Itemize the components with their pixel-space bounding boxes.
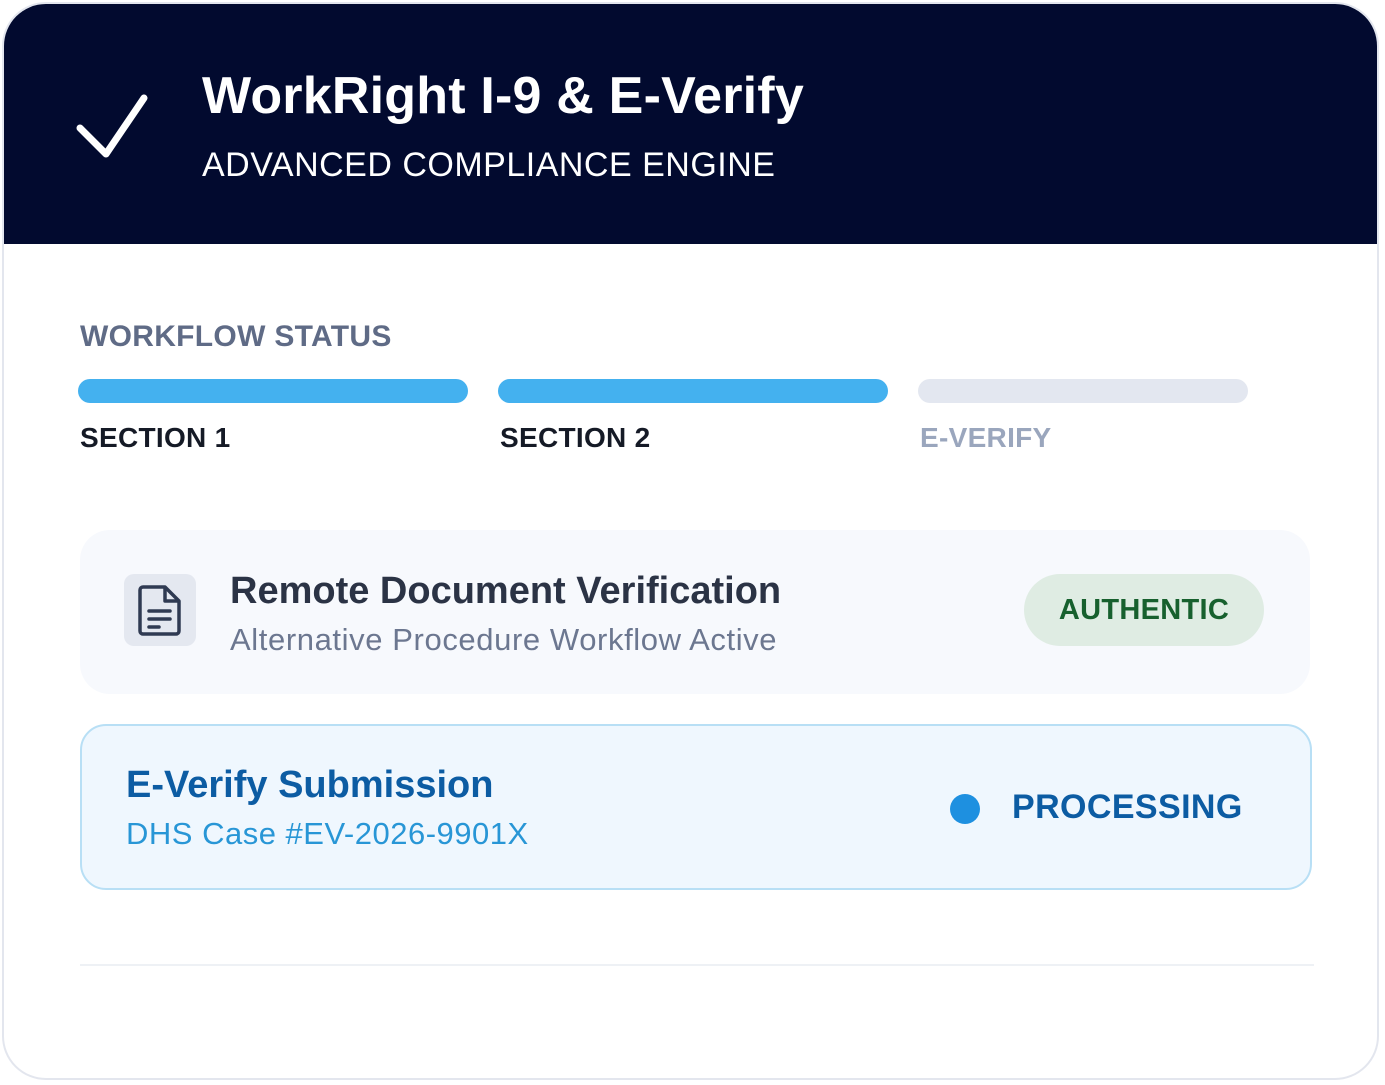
document-verification-title: Remote Document Verification — [230, 570, 782, 612]
step-label-e-verify: E-VERIFY — [920, 422, 1052, 453]
compliance-card: WorkRight I-9 & E-Verify ADVANCED COMPLI… — [2, 2, 1379, 1080]
checkmark-icon — [76, 94, 148, 158]
step-progress-section-2 — [498, 379, 888, 403]
app-subtitle: ADVANCED COMPLIANCE ENGINE — [202, 146, 776, 184]
everify-submission-title: E-Verify Submission — [126, 764, 494, 806]
authentic-status-badge: AUTHENTIC — [1024, 574, 1264, 646]
step-progress-section-1 — [78, 379, 468, 403]
step-progress-e-verify — [918, 379, 1248, 403]
document-verification-card[interactable]: Remote Document Verification Alternative… — [80, 530, 1310, 694]
divider — [80, 964, 1314, 966]
everify-submission-card[interactable]: E-Verify Submission DHS Case #EV-2026-99… — [80, 724, 1312, 890]
processing-status-text: PROCESSING — [1012, 788, 1243, 826]
dhs-case-number: DHS Case #EV-2026-9901X — [126, 816, 529, 851]
step-label-section-1: SECTION 1 — [80, 422, 231, 453]
document-icon — [124, 574, 196, 646]
document-verification-subtitle: Alternative Procedure Workflow Active — [230, 622, 778, 657]
workflow-status-heading: WORKFLOW STATUS — [80, 320, 392, 353]
app-title: WorkRight I-9 & E-Verify — [202, 67, 804, 125]
processing-status-dot — [950, 794, 980, 824]
step-label-section-2: SECTION 2 — [500, 422, 651, 453]
app-header: WorkRight I-9 & E-Verify ADVANCED COMPLI… — [4, 4, 1377, 244]
